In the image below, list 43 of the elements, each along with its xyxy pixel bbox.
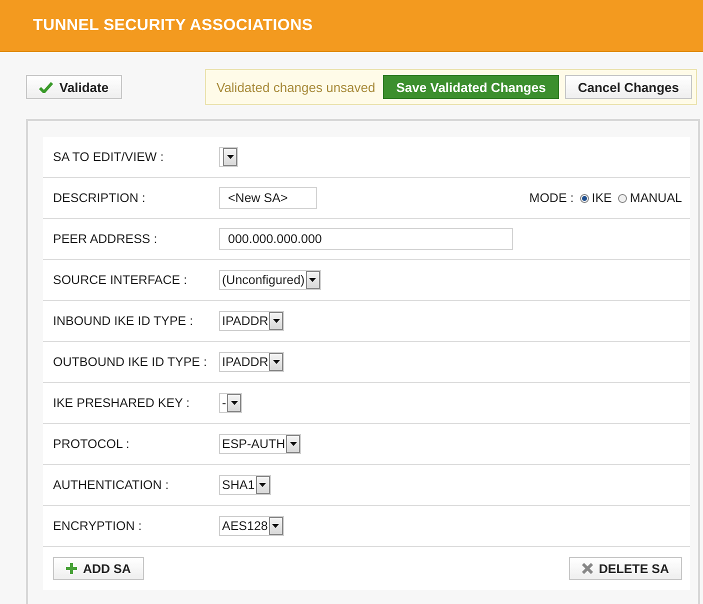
dropdown[interactable] xyxy=(219,147,238,167)
dropdown-arrow-icon xyxy=(309,278,316,282)
field-label: AUTHENTICATION : xyxy=(53,478,170,492)
dropdown-arrow-icon xyxy=(272,524,280,528)
dropdown-arrow-icon xyxy=(226,155,234,159)
field-label: PROTOCOL : xyxy=(53,437,130,451)
dropdown-arrow-icon xyxy=(272,360,280,364)
text-field[interactable]: 000.000.000.000 xyxy=(219,228,513,250)
save-button[interactable]: Save Validated Changes xyxy=(383,75,559,99)
field-label: OUTBOUND IKE ID TYPE : xyxy=(53,355,208,369)
dropdown[interactable]: SHA1 xyxy=(219,475,271,495)
field-label: SA TO EDIT/VIEW : xyxy=(53,150,165,164)
notice-text: Validated changes unsaved xyxy=(216,80,376,94)
dropdown[interactable]: (Unconfigured) xyxy=(219,270,321,290)
close-icon xyxy=(582,563,593,574)
dropdown[interactable]: ESP-AUTH xyxy=(219,434,302,454)
radio-button[interactable] xyxy=(580,194,589,202)
dropdown[interactable]: AES128 xyxy=(219,516,284,536)
dropdown-arrow-icon xyxy=(230,401,238,405)
field-label: DESCRIPTION : xyxy=(53,191,146,205)
radio-option[interactable]: IKE xyxy=(580,191,612,205)
validate-button[interactable]: Validate xyxy=(26,75,122,99)
dropdown-arrow-icon xyxy=(290,442,297,446)
field-label: PEER ADDRESS : xyxy=(53,232,158,246)
field-label: ENCRYPTION : xyxy=(53,519,143,533)
checkmark-icon xyxy=(39,82,54,92)
dropdown-arrow-icon xyxy=(272,319,280,323)
field-label: SOURCE INTERFACE : xyxy=(53,273,188,287)
field-label: IKE PRESHARED KEY : xyxy=(53,396,191,410)
field-label: INBOUND IKE ID TYPE : xyxy=(53,314,194,328)
page-title: TUNNEL SECURITY ASSOCIATIONS xyxy=(33,16,313,34)
dropdown[interactable]: - xyxy=(219,393,242,413)
radio-option[interactable]: MANUAL xyxy=(618,191,682,205)
add-button[interactable]: ADD SA xyxy=(53,557,144,580)
plus-icon xyxy=(66,563,77,574)
dropdown[interactable]: IPADDR xyxy=(219,311,284,331)
radio-button[interactable] xyxy=(618,194,627,202)
cancel-button[interactable]: Cancel Changes xyxy=(564,75,692,99)
delete-button[interactable]: DELETE SA xyxy=(568,557,682,580)
mode-label: MODE : xyxy=(529,191,574,205)
dropdown[interactable]: IPADDR xyxy=(219,352,284,372)
text-field[interactable]: <New SA> xyxy=(219,187,317,209)
dropdown-arrow-icon xyxy=(259,483,266,487)
